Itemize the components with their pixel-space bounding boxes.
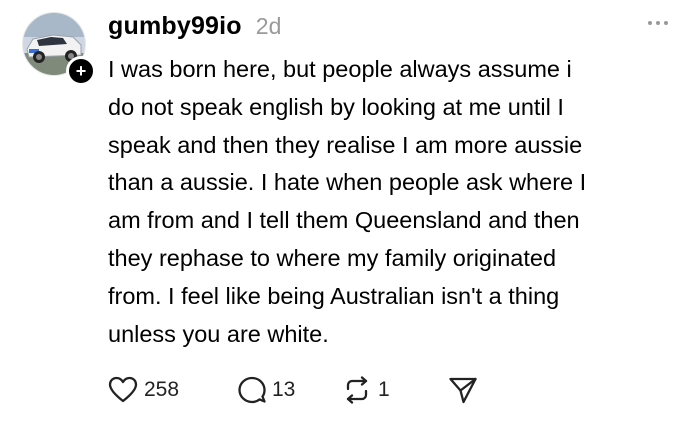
post-text-line: am from and I tell them Queensland and t… [108, 207, 580, 234]
post-text-line: I was born here, but people always assum… [108, 56, 572, 82]
post-text-line: unless you are white. [108, 320, 329, 347]
comment-bubble-icon [238, 376, 266, 404]
post-text-line: from. I feel like being Australian isn't… [108, 282, 560, 309]
comment-button[interactable]: 13 [238, 372, 295, 408]
avatar-container[interactable]: + [22, 12, 96, 86]
like-button[interactable]: 258 [108, 372, 179, 408]
post-text-line: than a aussie. I hate when people ask wh… [108, 169, 587, 196]
like-count: 258 [144, 378, 180, 401]
more-dot [656, 21, 660, 25]
post-text-line: speak and then they realise I am more au… [108, 131, 583, 158]
repost-icon [346, 376, 368, 404]
post-actions: 258 13 1 [108, 372, 508, 408]
follow-plus-button[interactable]: + [66, 56, 96, 86]
more-options-icon[interactable] [648, 18, 672, 28]
comment-count: 13 [272, 378, 296, 401]
share-button[interactable] [448, 372, 478, 408]
thread-post: + gumby99io 2d I was born here, but peop… [0, 0, 700, 423]
post-timestamp: 2d [255, 13, 282, 39]
post-text: I was born here, but people always assum… [108, 51, 668, 353]
username-link[interactable]: gumby99io [108, 12, 242, 41]
heart-icon [108, 376, 138, 403]
post-text-line: they rephase to where my family originat… [108, 244, 557, 271]
more-dot [664, 21, 668, 25]
repost-count: 1 [378, 378, 390, 401]
send-paper-plane-icon [449, 377, 477, 404]
repost-button[interactable]: 1 [342, 372, 390, 408]
post-text-line: do not speak english by looking at me un… [108, 93, 564, 120]
more-dot [648, 21, 652, 25]
post-header: gumby99io 2d [108, 12, 281, 42]
